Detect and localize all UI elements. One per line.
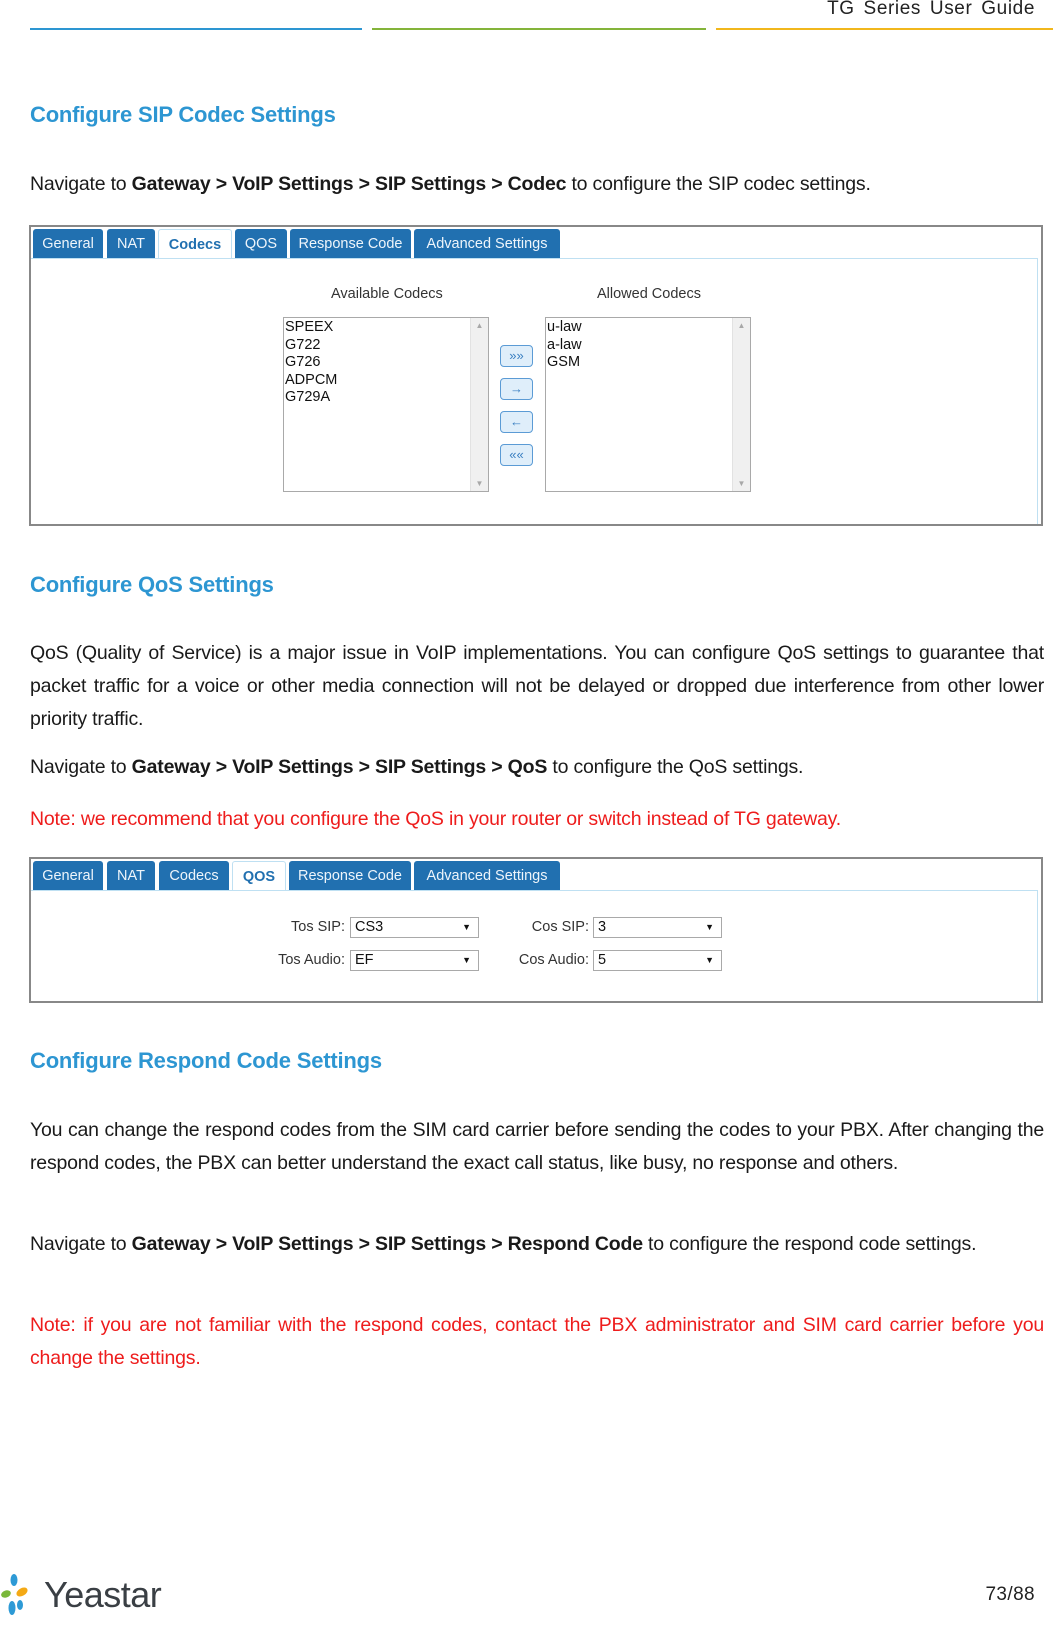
- panel-border: [1037, 890, 1038, 1001]
- nav-prefix: Navigate to: [30, 173, 132, 195]
- header-rule-orange: [716, 28, 1053, 30]
- section-title-qos: Configure QoS Settings: [30, 572, 274, 597]
- tab-general[interactable]: General: [33, 229, 103, 258]
- dropdown-caret-icon: ▼: [705, 922, 714, 932]
- section-title-respond-code: Configure Respond Code Settings: [30, 1048, 382, 1073]
- respond-code-description: You can change the respond codes from th…: [30, 1119, 1044, 1174]
- tos-audio-value: EF: [355, 952, 374, 968]
- tab-response-code[interactable]: Response Code: [290, 229, 411, 258]
- tos-audio-select[interactable]: EF ▼: [350, 950, 479, 971]
- nav-path: Gateway > VoIP Settings > SIP Settings >…: [131, 756, 548, 778]
- cos-sip-label: Cos SIP:: [531, 919, 589, 935]
- tab-nat[interactable]: NAT: [107, 229, 155, 258]
- header-rule-green: [372, 28, 706, 30]
- scrollbar[interactable]: ▲ ▼: [732, 318, 750, 491]
- remove-codec-button[interactable]: ←: [500, 411, 533, 433]
- yeastar-logo: Yeastar: [0, 1572, 170, 1626]
- codec-settings-screenshot: General NAT Codecs QOS Response Code Adv…: [29, 225, 1043, 526]
- cos-audio-select[interactable]: 5 ▼: [593, 950, 722, 971]
- qos-note: Note: we recommend that you configure th…: [30, 808, 841, 830]
- qos-settings-screenshot: General NAT Codecs QOS Response Code Adv…: [29, 857, 1043, 1003]
- cos-sip-select[interactable]: 3 ▼: [593, 917, 722, 938]
- codec-option[interactable]: G722: [285, 337, 337, 355]
- add-all-codecs-button[interactable]: »»: [500, 345, 533, 367]
- yeastar-logo-icon: [1, 1574, 28, 1615]
- allowed-codecs-label: Allowed Codecs: [597, 286, 701, 302]
- tos-sip-label: Tos SIP:: [291, 919, 345, 935]
- tab-general[interactable]: General: [33, 861, 103, 890]
- codec-option[interactable]: a-law: [547, 337, 582, 355]
- tab-response-code[interactable]: Response Code: [289, 861, 411, 890]
- tos-audio-label: Tos Audio:: [278, 952, 345, 968]
- tab-nat[interactable]: NAT: [107, 861, 155, 890]
- nav-suffix: to configure the respond code settings.: [642, 1233, 977, 1255]
- dropdown-caret-icon: ▼: [462, 922, 471, 932]
- scroll-down-arrow-icon[interactable]: ▼: [733, 479, 750, 488]
- tos-sip-value: CS3: [355, 919, 384, 935]
- cos-audio-label: Cos Audio:: [518, 952, 589, 968]
- codec-option[interactable]: G726: [285, 354, 337, 372]
- tab-divider: [31, 258, 1037, 259]
- nav-prefix: Navigate to: [30, 1233, 132, 1255]
- codec-option[interactable]: G729A: [285, 389, 337, 407]
- nav-suffix: to configure the QoS settings.: [547, 756, 804, 778]
- add-codec-button[interactable]: →: [500, 378, 533, 400]
- codec-option[interactable]: u-law: [547, 319, 582, 337]
- scrollbar[interactable]: ▲ ▼: [470, 318, 488, 491]
- respond-code-navigation-text: Navigate to Gateway > VoIP Settings > SI…: [30, 1228, 1044, 1261]
- nav-prefix: Navigate to: [30, 756, 132, 778]
- scroll-down-arrow-icon[interactable]: ▼: [471, 479, 488, 488]
- allowed-codecs-list[interactable]: u-law a-law GSM ▲ ▼: [545, 317, 751, 492]
- panel-border: [1037, 258, 1038, 524]
- codec-option[interactable]: GSM: [547, 354, 582, 372]
- dropdown-caret-icon: ▼: [462, 955, 471, 965]
- document-title: TG Series User Guide: [827, 0, 1035, 19]
- scroll-up-arrow-icon[interactable]: ▲: [471, 321, 488, 330]
- tab-codecs[interactable]: Codecs: [159, 861, 229, 890]
- scroll-up-arrow-icon[interactable]: ▲: [733, 321, 750, 330]
- tab-advanced-settings[interactable]: Advanced Settings: [414, 229, 560, 258]
- available-codecs-label: Available Codecs: [331, 286, 443, 302]
- tab-bar: General NAT Codecs QOS Response Code Adv…: [31, 227, 1041, 259]
- respond-code-note: Note: if you are not familiar with the r…: [30, 1314, 1044, 1369]
- tab-divider: [31, 890, 1037, 891]
- qos-description: QoS (Quality of Service) is a major issu…: [30, 642, 1044, 730]
- tab-advanced-settings[interactable]: Advanced Settings: [414, 861, 560, 890]
- cos-sip-value: 3: [598, 919, 607, 935]
- codec-navigation-text: Navigate to Gateway > VoIP Settings > SI…: [30, 168, 1044, 201]
- cos-audio-value: 5: [598, 952, 607, 968]
- tab-bar: General NAT Codecs QOS Response Code Adv…: [31, 859, 1041, 891]
- qos-navigation-text: Navigate to Gateway > VoIP Settings > SI…: [30, 751, 1044, 784]
- codec-option[interactable]: SPEEX: [285, 319, 337, 337]
- brand-name: Yeastar: [44, 1574, 162, 1615]
- nav-path: Gateway > VoIP Settings > SIP Settings >…: [131, 173, 567, 195]
- header-rule-blue: [30, 28, 362, 30]
- dropdown-caret-icon: ▼: [705, 955, 714, 965]
- tos-sip-select[interactable]: CS3 ▼: [350, 917, 479, 938]
- page-number: 73/88: [985, 1584, 1035, 1605]
- tab-qos[interactable]: QOS: [235, 229, 287, 258]
- codec-option[interactable]: ADPCM: [285, 372, 337, 390]
- nav-path: Gateway > VoIP Settings > SIP Settings >…: [131, 1233, 643, 1255]
- tab-codecs[interactable]: Codecs: [158, 229, 232, 259]
- tab-qos[interactable]: QOS: [232, 861, 286, 891]
- available-codecs-list[interactable]: SPEEX G722 G726 ADPCM G729A ▲ ▼: [283, 317, 489, 492]
- remove-all-codecs-button[interactable]: ««: [500, 444, 533, 466]
- nav-suffix: to configure the SIP codec settings.: [566, 173, 871, 195]
- section-title-codec: Configure SIP Codec Settings: [30, 102, 336, 127]
